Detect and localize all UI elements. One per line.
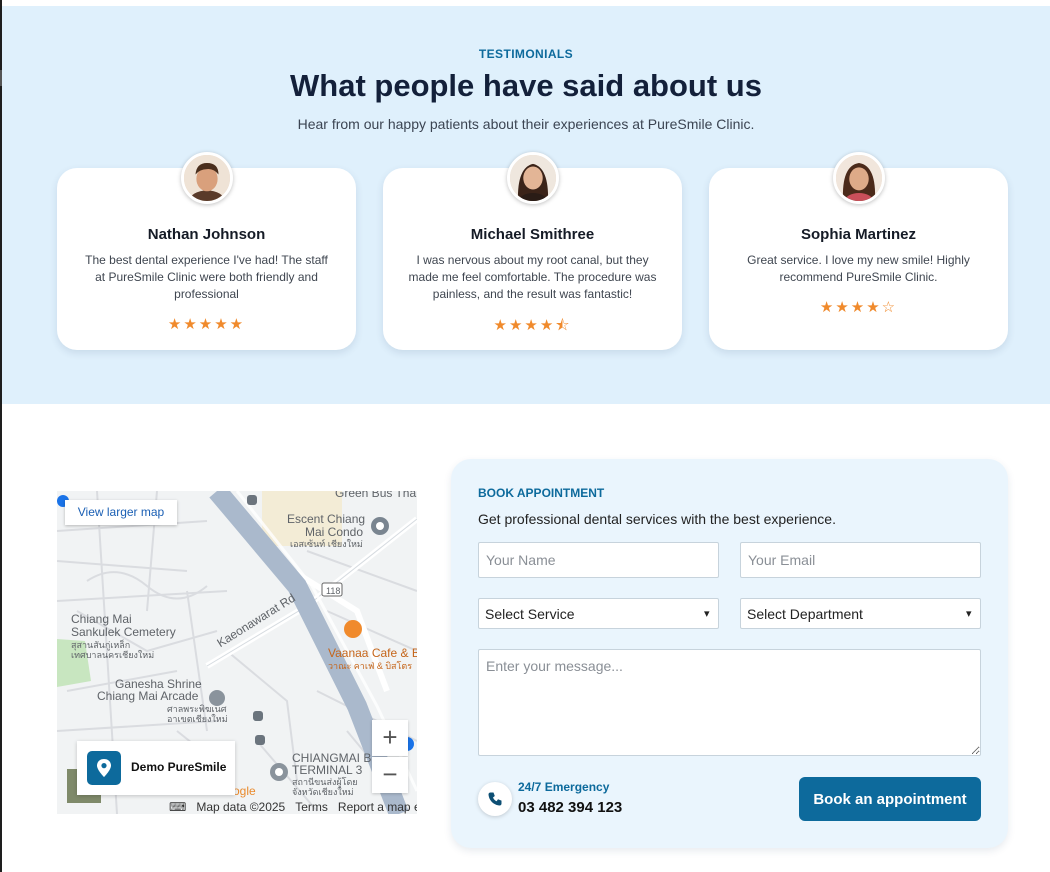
testimonial-card: Sophia Martinez Great service. I love my… — [709, 152, 1008, 350]
terms-link[interactable]: Terms — [295, 800, 328, 814]
section-title: What people have said about us — [290, 68, 762, 103]
highway-shield: 118 — [326, 586, 341, 596]
map-label: TERMINAL 3 — [292, 763, 363, 777]
map-label: จังหวัดเชียงใหม่ — [292, 787, 354, 797]
map-label: Mai Condo — [305, 525, 364, 539]
booking-panel: BOOK APPOINTMENT Get professional dental… — [451, 459, 1008, 848]
map-label: Chiang Mai — [71, 612, 132, 626]
reviewer-name: Michael Smithree — [470, 226, 595, 243]
emergency-label: 24/7 Emergency — [518, 780, 610, 794]
emergency-phone: 03 482 394 123 — [518, 799, 623, 816]
map-footer: ⌨ Map data ©2025 Terms Report a map error — [169, 800, 417, 814]
map-label: เทศบาลนครเชียงใหม่ — [71, 650, 155, 660]
testimonial-card: Michael Smithree I was nervous about my … — [383, 152, 682, 350]
map-label: วาณะ คาเฟ่ & บิสโตร — [328, 661, 413, 671]
testimonial-card: Nathan Johnson The best dental experienc… — [57, 152, 356, 350]
map-label: Green Bus Tha — [335, 491, 417, 500]
service-select[interactable]: Select Service — [478, 598, 719, 629]
review-text: Great service. I love my new smile! High… — [747, 253, 970, 284]
map-pin-icon — [87, 751, 121, 785]
view-larger-map-link[interactable]: View larger map — [65, 500, 177, 525]
section-subtitle: Hear from our happy patients about their… — [297, 116, 755, 132]
report-error-link[interactable]: Report a map error — [338, 800, 417, 814]
email-input[interactable] — [740, 542, 981, 578]
star-rating: ★★★★☆ — [819, 299, 898, 316]
google-logo: ogle — [233, 784, 256, 798]
place-card[interactable]: Demo PureSmile — [77, 741, 235, 795]
reviewer-name: Sophia Martinez — [800, 226, 916, 243]
map-label: อาเขตเชียงใหม่ — [167, 714, 228, 724]
avatar — [180, 152, 233, 204]
zoom-out-button[interactable]: − — [372, 757, 408, 793]
avatar — [506, 152, 559, 204]
name-input[interactable] — [478, 542, 719, 578]
keyboard-icon[interactable]: ⌨ — [169, 800, 186, 814]
map-data-attribution: Map data ©2025 — [196, 800, 286, 814]
reviewer-name: Nathan Johnson — [147, 226, 266, 243]
review-text: The best dental experience I've had! The… — [85, 253, 328, 301]
message-textarea[interactable] — [478, 649, 981, 756]
review-text: I was nervous about my root canal, but t… — [408, 253, 657, 301]
department-select[interactable]: Select Department — [740, 598, 981, 629]
map-label: Chiang Mai Arcade — [97, 689, 199, 703]
booking-eyebrow: BOOK APPOINTMENT — [478, 486, 605, 500]
phone-icon — [478, 782, 512, 816]
map-label: Escent Chiang — [287, 512, 366, 526]
zoom-in-button[interactable]: + — [372, 720, 408, 756]
booking-subtitle: Get professional dental services with th… — [478, 511, 836, 527]
avatar — [832, 152, 885, 204]
map-label: Sankulek Cemetery — [71, 625, 176, 639]
map-label: เอสเซ้นท์ เชียงใหม่ — [290, 539, 363, 549]
testimonials-section: TESTIMONIALS What people have said about… — [2, 6, 1050, 404]
map-label: Vaanaa Cafe & B — [328, 646, 417, 660]
embedded-map[interactable]: View larger map Green Bus Tha Escent Chi… — [57, 491, 417, 814]
star-rating: ★★★★⯪ — [493, 317, 572, 334]
place-name: Demo PureSmile — [131, 760, 227, 774]
testimonials-eyebrow: TESTIMONIALS — [478, 47, 574, 61]
book-appointment-button[interactable]: Book an appointment — [799, 777, 981, 821]
star-rating: ★★★★★ — [167, 316, 246, 333]
